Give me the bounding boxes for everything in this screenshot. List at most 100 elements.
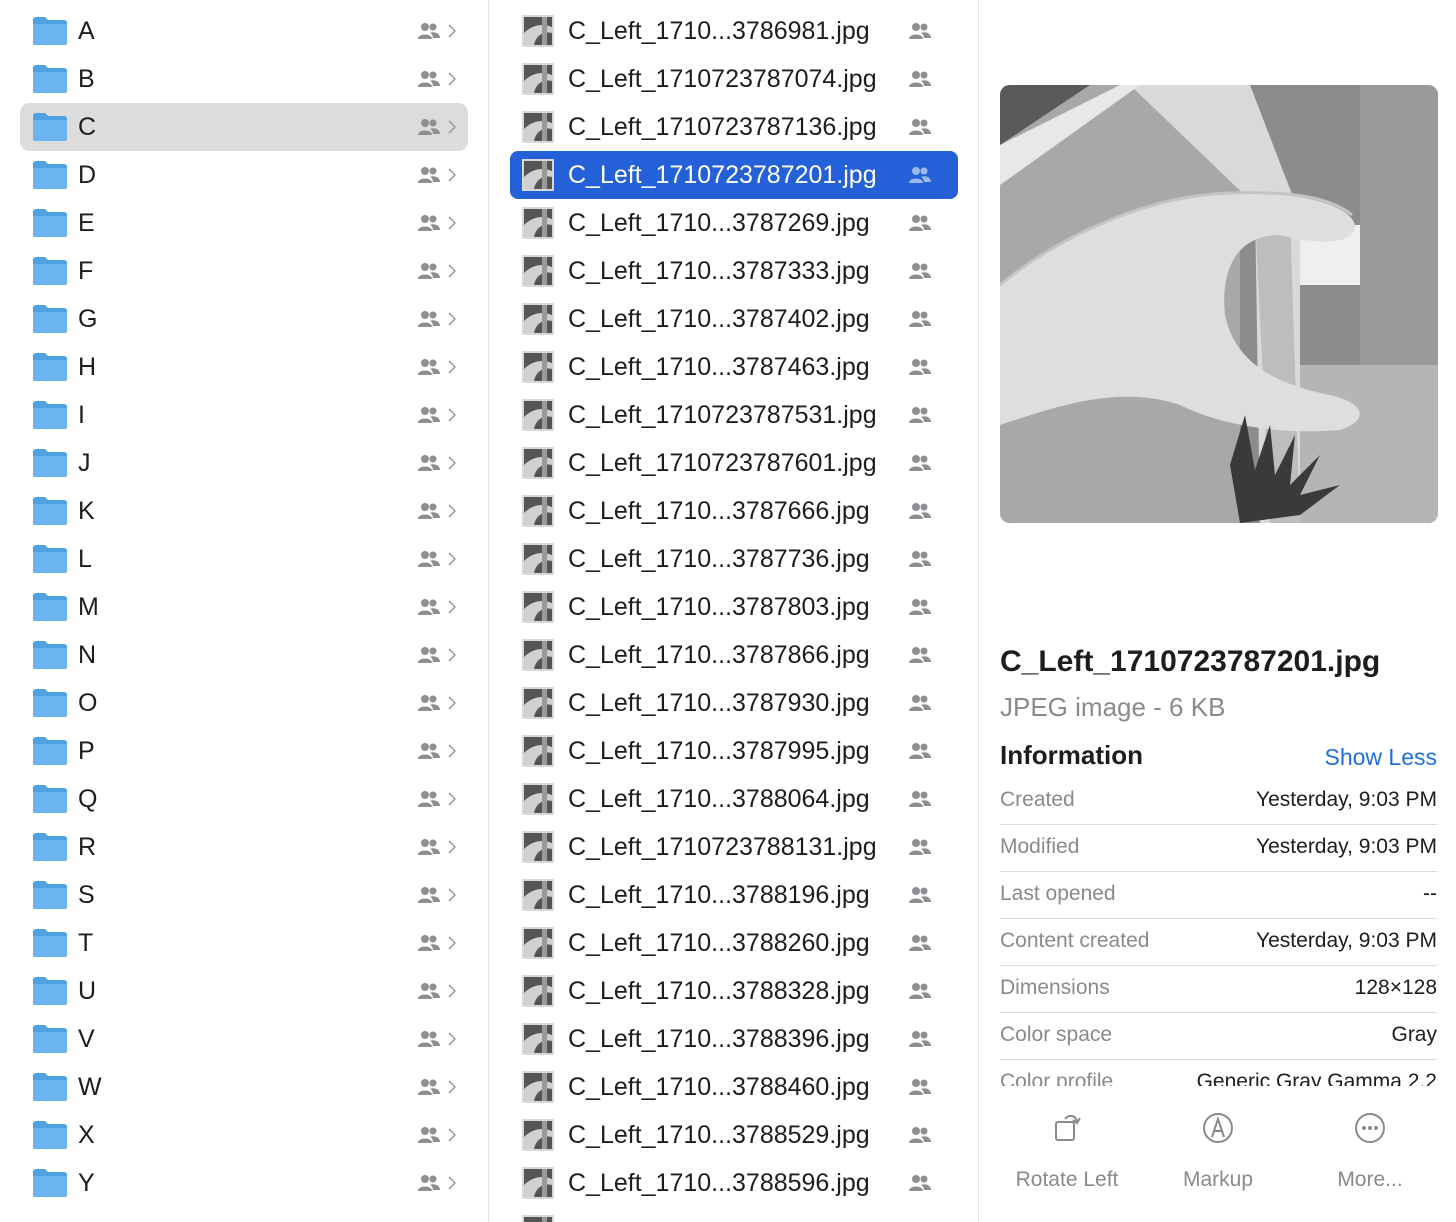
file-row[interactable]: C_Left_1710...3788064.jpg <box>510 775 958 823</box>
folder-label: M <box>78 593 99 621</box>
folder-icon <box>32 640 68 670</box>
folder-row-b[interactable]: B <box>20 55 468 103</box>
shared-people-icon <box>417 118 441 136</box>
shared-people-icon <box>417 502 441 520</box>
folder-row-h[interactable]: H <box>20 343 468 391</box>
file-row[interactable]: C_Left_1710...3787666.jpg <box>510 487 958 535</box>
shared-people-icon <box>417 1126 441 1144</box>
file-row[interactable]: C_Left_1710...3788460.jpg <box>510 1063 958 1111</box>
show-less-link[interactable]: Show Less <box>1324 744 1437 771</box>
shared-people-icon <box>417 742 441 760</box>
file-row[interactable]: C_Left_1710...3788596.jpg <box>510 1159 958 1207</box>
shared-people-icon <box>417 646 441 664</box>
folder-row-l[interactable]: L <box>20 535 468 583</box>
file-row[interactable]: C_Left_1710...3788196.jpg <box>510 871 958 919</box>
preview-file-kind: JPEG image - 6 KB <box>1000 692 1226 722</box>
folder-icon <box>32 928 68 958</box>
folder-label: N <box>78 641 97 669</box>
file-row[interactable]: C_Left_1710...3787402.jpg <box>510 295 958 343</box>
shared-people-icon <box>417 22 441 40</box>
chevron-right-icon <box>448 216 456 230</box>
folder-row-p[interactable]: P <box>20 727 468 775</box>
file-name: C_Left_1710...3787866.jpg <box>568 641 870 669</box>
folder-row-k[interactable]: K <box>20 487 468 535</box>
folder-row-q[interactable]: Q <box>20 775 468 823</box>
chevron-right-icon <box>448 1128 456 1142</box>
file-row[interactable]: C_Left_1710...3788396.jpg <box>510 1015 958 1063</box>
file-row-partial[interactable] <box>510 1207 958 1222</box>
folder-row-y[interactable]: Y <box>20 1159 468 1207</box>
image-thumbnail-icon <box>522 447 554 479</box>
file-row[interactable]: C_Left_1710723787136.jpg <box>510 103 958 151</box>
rotate-left-label: Rotate Left <box>1015 1168 1119 1191</box>
file-name: C_Left_1710...3787402.jpg <box>568 305 870 333</box>
image-thumbnail-icon <box>522 639 554 671</box>
file-row[interactable]: C_Left_1710...3788328.jpg <box>510 967 958 1015</box>
file-row[interactable]: C_Left_1710...3787333.jpg <box>510 247 958 295</box>
file-name: C_Left_1710...3786981.jpg <box>568 17 870 45</box>
folder-label: U <box>78 977 97 1005</box>
folder-icon <box>32 112 68 142</box>
folder-row-c[interactable]: C <box>20 103 468 151</box>
file-row[interactable]: C_Left_1710...3787463.jpg <box>510 343 958 391</box>
folder-row-w[interactable]: W <box>20 1063 468 1111</box>
file-row[interactable]: C_Left_1710...3787995.jpg <box>510 727 958 775</box>
folder-row-t[interactable]: T <box>20 919 468 967</box>
folder-label: D <box>78 161 97 189</box>
shared-people-icon <box>417 982 441 1000</box>
folder-label: G <box>78 305 98 333</box>
folder-row-f[interactable]: F <box>20 247 468 295</box>
file-row[interactable]: C_Left_1710...3787803.jpg <box>510 583 958 631</box>
folder-row-a[interactable]: A <box>20 7 468 55</box>
folder-row-r[interactable]: R <box>20 823 468 871</box>
more-button[interactable]: More... <box>1295 1110 1445 1192</box>
folder-label: L <box>78 545 92 573</box>
rotate-left-icon <box>1055 1114 1081 1141</box>
folder-row-s[interactable]: S <box>20 871 468 919</box>
file-row[interactable]: C_Left_1710723787074.jpg <box>510 55 958 103</box>
file-row[interactable]: C_Left_1710...3787930.jpg <box>510 679 958 727</box>
chevron-right-icon <box>448 312 456 326</box>
folder-row-d[interactable]: D <box>20 151 468 199</box>
folder-label: B <box>78 65 95 93</box>
folder-row-g[interactable]: G <box>20 295 468 343</box>
file-row[interactable]: C_Left_1710723787531.jpg <box>510 391 958 439</box>
column-divider[interactable] <box>978 0 979 1222</box>
folder-row-j[interactable]: J <box>20 439 468 487</box>
file-row[interactable]: C_Left_1710...3788529.jpg <box>510 1111 958 1159</box>
shared-people-icon <box>908 694 932 712</box>
folder-row-x[interactable]: X <box>20 1111 468 1159</box>
markup-button[interactable]: Markup <box>1143 1110 1293 1192</box>
file-row[interactable]: C_Left_1710...3787736.jpg <box>510 535 958 583</box>
rotate-left-button[interactable]: Rotate Left <box>992 1110 1142 1192</box>
shared-people-icon <box>908 646 932 664</box>
folder-row-n[interactable]: N <box>20 631 468 679</box>
file-row[interactable]: C_Left_1710...3787866.jpg <box>510 631 958 679</box>
preview-pane: C_Left_1710723787201.jpg JPEG image - 6 … <box>980 0 1456 1222</box>
folder-row-e[interactable]: E <box>20 199 468 247</box>
file-row[interactable]: C_Left_1710723787201.jpg <box>510 151 958 199</box>
shared-people-icon <box>908 502 932 520</box>
chevron-right-icon <box>448 840 456 854</box>
folder-icon <box>32 880 68 910</box>
image-thumbnail-icon <box>522 111 554 143</box>
file-row[interactable]: C_Left_1710723788131.jpg <box>510 823 958 871</box>
folder-icon <box>32 304 68 334</box>
folder-row-i[interactable]: I <box>20 391 468 439</box>
shared-people-icon <box>908 838 932 856</box>
folder-row-u[interactable]: U <box>20 967 468 1015</box>
image-thumbnail-icon <box>522 927 554 959</box>
file-name: C_Left_1710723787074.jpg <box>568 65 877 93</box>
column-divider[interactable] <box>488 0 489 1222</box>
folder-row-m[interactable]: M <box>20 583 468 631</box>
folder-row-o[interactable]: O <box>20 679 468 727</box>
file-row[interactable]: C_Left_1710...3787269.jpg <box>510 199 958 247</box>
folder-row-v[interactable]: V <box>20 1015 468 1063</box>
file-row[interactable]: C_Left_1710...3788260.jpg <box>510 919 958 967</box>
info-row: Last opened -- <box>1000 872 1437 919</box>
file-row[interactable]: C_Left_1710...3786981.jpg <box>510 7 958 55</box>
image-thumbnail-icon <box>522 975 554 1007</box>
file-row[interactable]: C_Left_1710723787601.jpg <box>510 439 958 487</box>
file-name: C_Left_1710...3787333.jpg <box>568 257 870 285</box>
information-list: Created Yesterday, 9:03 PM Modified Yesterd… <box>1000 778 1437 1086</box>
